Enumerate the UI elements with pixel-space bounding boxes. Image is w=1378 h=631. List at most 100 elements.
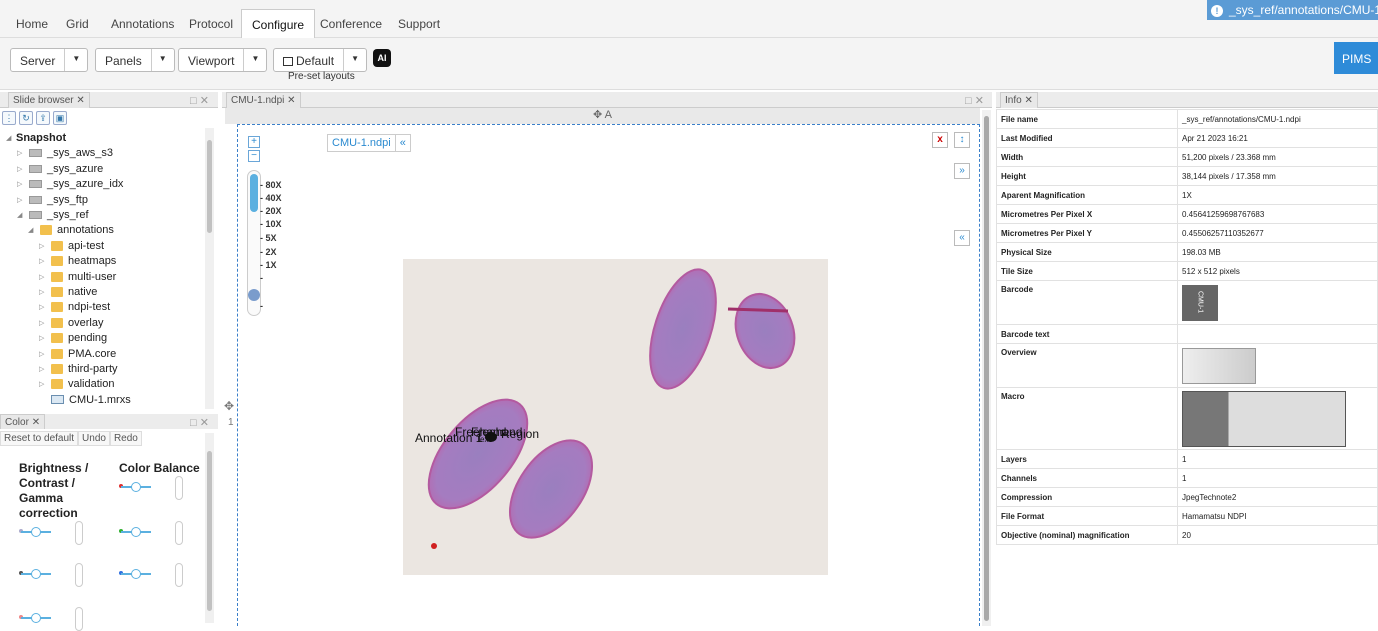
redo-button[interactable]: Redo [109, 431, 142, 446]
tab-annotations[interactable]: Annotations [111, 17, 174, 31]
panels-dropdown[interactable]: Panels ▼ [95, 48, 175, 72]
tree-item[interactable]: ▷ _sys_azure_idx [17, 176, 123, 192]
tab-slide-browser[interactable]: Slide browser ✕ [8, 92, 90, 108]
tab-grid[interactable]: Grid [66, 17, 89, 31]
close-icon[interactable]: ✕ [287, 95, 295, 106]
tab-support[interactable]: Support [398, 17, 440, 31]
caret-down-icon[interactable]: ▼ [152, 49, 174, 71]
share-icon[interactable]: ⇪ [36, 111, 50, 125]
sync-icon[interactable]: ↕ [954, 132, 970, 148]
tab-protocol[interactable]: Protocol [189, 17, 233, 31]
zoom-level-80x[interactable]: - 80X [260, 180, 282, 190]
tree-item[interactable]: ▷ api-test [39, 238, 104, 254]
panel-controls-icon[interactable]: □ ✕ [190, 94, 209, 107]
viewport-dropdown[interactable]: Viewport ▼ [178, 48, 268, 72]
zoom-level-2x[interactable]: - 2X [260, 247, 277, 257]
slider-knob[interactable] [131, 569, 141, 579]
collapsed-arrow-icon[interactable]: ▷ [39, 257, 49, 265]
scrollbar-thumb[interactable] [207, 451, 212, 611]
zoom-level-1x[interactable]: - 1X [260, 260, 277, 270]
zoom-level-40x[interactable]: - 40X [260, 193, 282, 203]
tab-viewer[interactable]: CMU-1.ndpi ✕ [226, 92, 301, 108]
expanded-arrow-icon[interactable]: ◢ [17, 211, 27, 219]
collapsed-arrow-icon[interactable]: ▷ [39, 350, 49, 358]
server-dropdown[interactable]: Server ▼ [10, 48, 89, 72]
panel-controls-icon[interactable]: □ ✕ [190, 416, 209, 429]
scrollbar-thumb[interactable] [984, 116, 989, 621]
annotation-label[interactable]: Text [476, 435, 491, 444]
tree-item[interactable]: ◢ Snapshot [6, 130, 66, 146]
close-icon[interactable]: ✕ [32, 417, 40, 428]
slide-image[interactable]: Annotation 1 Freehand Freehand Region Te… [403, 259, 828, 575]
pims-button[interactable]: PIMS [1334, 42, 1378, 74]
tab-info[interactable]: Info ✕ [1000, 92, 1038, 108]
collapsed-arrow-icon[interactable]: ▷ [17, 196, 27, 204]
viewer-top-handle[interactable]: ✥ A [225, 108, 980, 124]
close-viewer-button[interactable]: x [932, 132, 948, 148]
scrollbar-thumb[interactable] [207, 140, 212, 233]
collapsed-arrow-icon[interactable]: ▷ [39, 365, 49, 373]
caret-down-icon[interactable]: ▼ [244, 49, 266, 71]
tab-color[interactable]: Color ✕ [0, 414, 46, 430]
close-icon[interactable]: ✕ [76, 95, 84, 106]
collapsed-arrow-icon[interactable]: ▷ [39, 242, 49, 250]
tree-item[interactable]: ▷ ndpi-test [39, 299, 110, 315]
collapsed-arrow-icon[interactable]: ▷ [39, 288, 49, 296]
tree-item[interactable]: ◢ _sys_ref [17, 207, 89, 223]
slider-knob[interactable] [131, 482, 141, 492]
annotation-label[interactable]: Region [501, 427, 539, 441]
panels-button[interactable]: Panels [96, 49, 152, 71]
current-slide-path[interactable]: ! _sys_ref/annotations/CMU-1.ndpi [1207, 0, 1378, 20]
tree-item[interactable]: ▷ overlay [39, 315, 103, 331]
blue-balance-bar[interactable] [175, 563, 183, 587]
red-balance-bar[interactable] [175, 476, 183, 500]
zoom-out-button[interactable]: − [248, 150, 260, 162]
caret-down-icon[interactable]: ▼ [344, 49, 366, 71]
tree-item[interactable]: ▷ heatmaps [39, 253, 116, 269]
undo-button[interactable]: Undo [78, 431, 110, 446]
contrast-slider[interactable] [19, 569, 55, 579]
tree-item[interactable]: ▷ _sys_ftp [17, 192, 88, 208]
tree-item[interactable]: ▷ pending [39, 330, 107, 346]
tree-item[interactable]: ▷ _sys_aws_s3 [17, 145, 113, 161]
viewer-scrollbar[interactable] [982, 110, 991, 626]
viewport-button[interactable]: Viewport [179, 49, 245, 71]
gamma-slider[interactable] [19, 613, 55, 623]
color-scrollbar[interactable] [205, 433, 214, 623]
collapsed-arrow-icon[interactable]: ▷ [39, 319, 49, 327]
brightness-slider[interactable] [19, 527, 55, 537]
tree-item[interactable]: CMU-1.mrxs [39, 392, 131, 408]
tab-home[interactable]: Home [16, 17, 48, 31]
close-icon[interactable]: ✕ [1024, 95, 1032, 106]
tree-item[interactable]: ▷ PMA.core [39, 346, 116, 362]
collapsed-arrow-icon[interactable]: ▷ [39, 334, 49, 342]
slide-name-chip[interactable]: CMU-1.ndpi « [327, 134, 411, 152]
expanded-arrow-icon[interactable]: ◢ [6, 134, 16, 142]
zoom-slider-knob[interactable] [248, 289, 260, 301]
gamma-bar[interactable] [75, 607, 83, 631]
expanded-arrow-icon[interactable]: ◢ [28, 226, 38, 234]
caret-down-icon[interactable]: ▼ [65, 49, 87, 71]
grid-icon[interactable]: ⋮ [2, 111, 16, 125]
barcode-image[interactable]: CMU-1 [1182, 284, 1218, 321]
zoom-in-button[interactable]: + [248, 136, 260, 148]
zoom-level-20x[interactable]: - 20X [260, 206, 282, 216]
collapsed-arrow-icon[interactable]: ▷ [17, 180, 27, 188]
expand-left-icon[interactable]: « [954, 230, 970, 246]
blue-balance-slider[interactable] [119, 569, 155, 579]
thumbnail-icon[interactable]: ▣ [53, 111, 67, 125]
tree-item[interactable]: ▷ multi-user [39, 269, 116, 285]
tree-item[interactable]: ◢ annotations [28, 222, 114, 238]
overview-image[interactable] [1182, 347, 1256, 384]
browser-scrollbar[interactable] [205, 128, 214, 409]
expand-right-icon[interactable]: » [954, 163, 970, 179]
move-icon[interactable]: ✥ [224, 399, 234, 413]
zoom-level-10x[interactable]: - 10X [260, 219, 282, 229]
collapsed-arrow-icon[interactable]: ▷ [17, 165, 27, 173]
green-balance-slider[interactable] [119, 527, 155, 537]
tree-item[interactable]: ▷ third-party [39, 361, 118, 377]
red-balance-slider[interactable] [119, 482, 155, 492]
collapsed-arrow-icon[interactable]: ▷ [39, 380, 49, 388]
zoom-slider[interactable] [247, 170, 261, 316]
layout-button[interactable]: Default [274, 49, 345, 71]
